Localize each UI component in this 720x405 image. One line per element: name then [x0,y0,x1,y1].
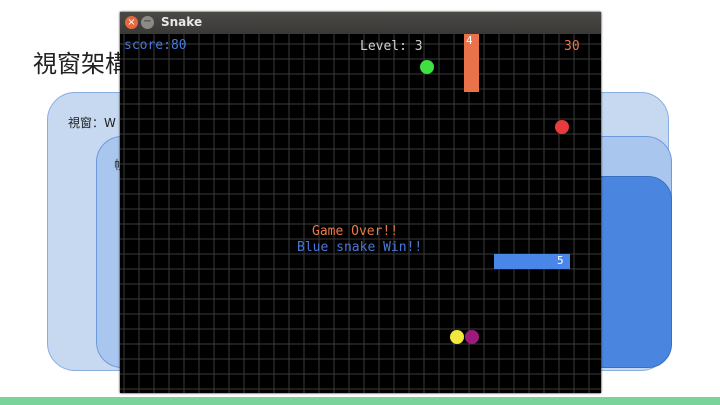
slide-bottom-bar [0,397,720,405]
window-layer-label: 視窗：W [68,116,116,130]
blue-snake-length: 5 [557,254,564,267]
food-red [555,120,569,134]
timer-display: 30 [564,39,580,54]
game-board[interactable]: score:80 Level: 3 30 4 5 Game Over!! Blu… [120,34,601,393]
minimize-button[interactable]: − [141,16,154,29]
close-button[interactable]: × [125,16,138,29]
winner-message: Blue snake Win!! [297,240,423,255]
snake-game-window[interactable]: × − Snake score:80 Level: 3 30 4 5 Game … [120,12,601,393]
game-over-message: Game Over!! [312,224,399,239]
slide-title: 視窗架構 [33,50,129,78]
score-display: score:80 [124,38,187,53]
orange-snake-length: 4 [466,34,473,47]
game-grid [120,34,601,393]
level-display: Level: 3 [360,39,423,54]
food-green [420,60,434,74]
food-yellow [450,330,464,344]
food-purple [465,330,479,344]
window-title: Snake [161,15,203,29]
window-titlebar[interactable]: × − Snake [120,12,601,34]
